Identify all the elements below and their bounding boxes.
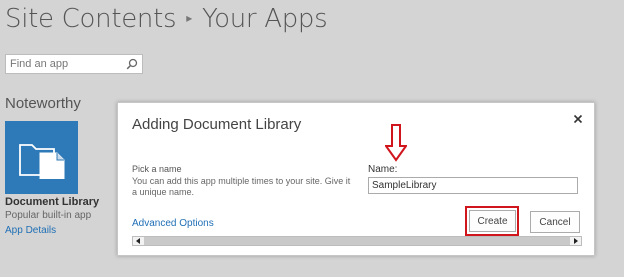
breadcrumb-separator-icon: ▸ <box>186 11 192 25</box>
scroll-left-icon[interactable] <box>133 237 143 245</box>
app-details-link[interactable]: App Details <box>5 225 56 236</box>
cancel-button[interactable]: Cancel <box>530 211 580 233</box>
search-input[interactable] <box>6 57 124 71</box>
scrollbar-thumb[interactable] <box>144 237 570 245</box>
dialog-title: Adding Document Library <box>132 116 302 133</box>
breadcrumb-parent[interactable]: Site Contents <box>5 4 177 34</box>
page-title: Your Apps <box>201 4 328 34</box>
search-box <box>5 54 143 74</box>
app-name[interactable]: Document Library <box>5 196 99 208</box>
scroll-right-icon[interactable] <box>571 237 581 245</box>
pick-name-description: You can add this app multiple times to y… <box>132 176 351 197</box>
pick-name-label: Pick a name <box>132 164 182 174</box>
advanced-options-link[interactable]: Advanced Options <box>132 218 214 229</box>
annotation-arrow-icon <box>385 124 407 162</box>
name-field[interactable] <box>368 177 578 194</box>
app-subtitle: Popular built-in app <box>5 210 92 221</box>
noteworthy-heading: Noteworthy <box>5 95 81 112</box>
horizontal-scrollbar[interactable] <box>132 236 582 246</box>
document-library-tile[interactable] <box>5 121 78 194</box>
name-label: Name: <box>368 164 398 175</box>
document-library-icon <box>18 143 64 179</box>
breadcrumb: Site Contents ▸ Your Apps <box>5 4 328 34</box>
close-icon[interactable] <box>571 112 585 126</box>
add-app-dialog: Adding Document Library Pick a name You … <box>117 102 595 256</box>
create-button[interactable]: Create <box>469 210 516 232</box>
magnifier-icon[interactable] <box>124 56 140 72</box>
